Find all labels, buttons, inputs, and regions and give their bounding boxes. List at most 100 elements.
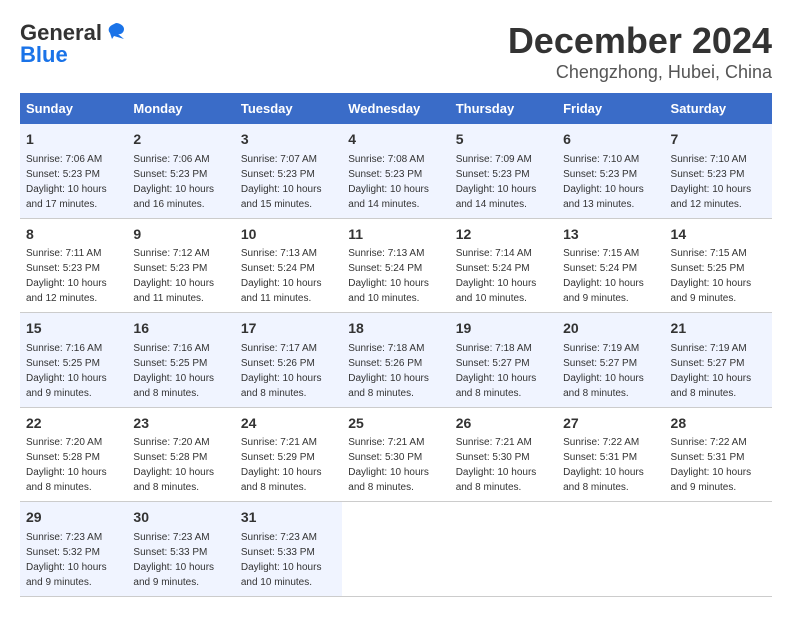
day-number: 15 <box>26 319 121 339</box>
day-number: 1 <box>26 130 121 150</box>
day-number: 17 <box>241 319 336 339</box>
day-info: Sunrise: 7:15 AM Sunset: 5:25 PM Dayligh… <box>671 248 752 304</box>
day-number: 18 <box>348 319 443 339</box>
day-number: 8 <box>26 225 121 245</box>
week-row-3: 15 Sunrise: 7:16 AM Sunset: 5:25 PM Dayli… <box>20 313 772 408</box>
day-number: 19 <box>456 319 551 339</box>
calendar-cell: 10 Sunrise: 7:13 AM Sunset: 5:24 PM Dayli… <box>235 218 342 313</box>
day-info: Sunrise: 7:06 AM Sunset: 5:23 PM Dayligh… <box>26 154 107 210</box>
day-number: 27 <box>563 414 658 434</box>
week-row-1: 1 Sunrise: 7:06 AM Sunset: 5:23 PM Daylig… <box>20 124 772 218</box>
day-number: 4 <box>348 130 443 150</box>
day-number: 24 <box>241 414 336 434</box>
day-info: Sunrise: 7:12 AM Sunset: 5:23 PM Dayligh… <box>133 248 214 304</box>
calendar-cell: 23Sunrise: 7:20 AM Sunset: 5:28 PM Dayli… <box>127 407 234 502</box>
day-number: 9 <box>133 225 228 245</box>
logo-blue: Blue <box>20 42 68 68</box>
calendar-cell <box>450 502 557 597</box>
calendar-cell: 19Sunrise: 7:18 AM Sunset: 5:27 PM Dayli… <box>450 313 557 408</box>
calendar-cell: 18Sunrise: 7:18 AM Sunset: 5:26 PM Dayli… <box>342 313 449 408</box>
day-info: Sunrise: 7:10 AM Sunset: 5:23 PM Dayligh… <box>671 154 752 210</box>
weekday-header-sunday: Sunday <box>20 93 127 124</box>
calendar-cell: 8Sunrise: 7:11 AM Sunset: 5:23 PM Daylig… <box>20 218 127 313</box>
day-info: Sunrise: 7:14 AM Sunset: 5:24 PM Dayligh… <box>456 248 537 304</box>
calendar-cell: 1 Sunrise: 7:06 AM Sunset: 5:23 PM Daylig… <box>20 124 127 218</box>
day-info: Sunrise: 7:07 AM Sunset: 5:23 PM Dayligh… <box>241 154 322 210</box>
calendar-cell: 9 Sunrise: 7:12 AM Sunset: 5:23 PM Daylig… <box>127 218 234 313</box>
calendar-cell: 4 Sunrise: 7:08 AM Sunset: 5:23 PM Daylig… <box>342 124 449 218</box>
day-number: 28 <box>671 414 766 434</box>
day-info: Sunrise: 7:13 AM Sunset: 5:24 PM Dayligh… <box>348 248 429 304</box>
calendar-cell <box>557 502 664 597</box>
day-number: 5 <box>456 130 551 150</box>
day-number: 13 <box>563 225 658 245</box>
calendar-cell: 29 Sunrise: 7:23 AM Sunset: 5:32 PM Dayli… <box>20 502 127 597</box>
calendar-cell: 26 Sunrise: 7:21 AM Sunset: 5:30 PM Dayli… <box>450 407 557 502</box>
day-number: 29 <box>26 508 121 528</box>
day-info: Sunrise: 7:23 AM Sunset: 5:33 PM Dayligh… <box>133 532 214 588</box>
day-info: Sunrise: 7:06 AM Sunset: 5:23 PM Dayligh… <box>133 154 214 210</box>
calendar-cell: 17 Sunrise: 7:17 AM Sunset: 5:26 PM Dayli… <box>235 313 342 408</box>
weekday-header-wednesday: Wednesday <box>342 93 449 124</box>
day-number: 16 <box>133 319 228 339</box>
day-info: Sunrise: 7:22 AM Sunset: 5:31 PM Dayligh… <box>671 437 752 493</box>
calendar-cell: 31 Sunrise: 7:23 AM Sunset: 5:33 PM Dayli… <box>235 502 342 597</box>
logo-bird-icon <box>104 19 128 43</box>
day-info: Sunrise: 7:23 AM Sunset: 5:33 PM Dayligh… <box>241 532 322 588</box>
day-info: Sunrise: 7:21 AM Sunset: 5:30 PM Dayligh… <box>348 437 429 493</box>
day-info: Sunrise: 7:10 AM Sunset: 5:23 PM Dayligh… <box>563 154 644 210</box>
day-number: 31 <box>241 508 336 528</box>
calendar-cell: 15 Sunrise: 7:16 AM Sunset: 5:25 PM Dayli… <box>20 313 127 408</box>
weekday-header-saturday: Saturday <box>665 93 772 124</box>
month-title: December 2024 <box>508 20 772 62</box>
weekday-header-thursday: Thursday <box>450 93 557 124</box>
calendar-cell: 22 Sunrise: 7:20 AM Sunset: 5:28 PM Dayli… <box>20 407 127 502</box>
day-info: Sunrise: 7:22 AM Sunset: 5:31 PM Dayligh… <box>563 437 644 493</box>
calendar-cell: 25 Sunrise: 7:21 AM Sunset: 5:30 PM Dayli… <box>342 407 449 502</box>
day-info: Sunrise: 7:17 AM Sunset: 5:26 PM Dayligh… <box>241 343 322 399</box>
weekday-header-friday: Friday <box>557 93 664 124</box>
day-info: Sunrise: 7:08 AM Sunset: 5:23 PM Dayligh… <box>348 154 429 210</box>
weekday-header-monday: Monday <box>127 93 234 124</box>
day-info: Sunrise: 7:20 AM Sunset: 5:28 PM Dayligh… <box>133 437 214 493</box>
day-info: Sunrise: 7:20 AM Sunset: 5:28 PM Dayligh… <box>26 437 107 493</box>
calendar-cell: 12Sunrise: 7:14 AM Sunset: 5:24 PM Dayli… <box>450 218 557 313</box>
calendar-cell: 20Sunrise: 7:19 AM Sunset: 5:27 PM Dayli… <box>557 313 664 408</box>
day-number: 22 <box>26 414 121 434</box>
weekday-header-tuesday: Tuesday <box>235 93 342 124</box>
day-number: 10 <box>241 225 336 245</box>
day-info: Sunrise: 7:16 AM Sunset: 5:25 PM Dayligh… <box>133 343 214 399</box>
day-number: 3 <box>241 130 336 150</box>
calendar-cell: 3 Sunrise: 7:07 AM Sunset: 5:23 PM Daylig… <box>235 124 342 218</box>
day-number: 14 <box>671 225 766 245</box>
week-row-2: 8Sunrise: 7:11 AM Sunset: 5:23 PM Daylig… <box>20 218 772 313</box>
day-number: 21 <box>671 319 766 339</box>
calendar-cell: 28 Sunrise: 7:22 AM Sunset: 5:31 PM Dayli… <box>665 407 772 502</box>
calendar-cell: 16 Sunrise: 7:16 AM Sunset: 5:25 PM Dayli… <box>127 313 234 408</box>
calendar-cell <box>665 502 772 597</box>
calendar-cell: 27 Sunrise: 7:22 AM Sunset: 5:31 PM Dayli… <box>557 407 664 502</box>
day-number: 6 <box>563 130 658 150</box>
day-info: Sunrise: 7:16 AM Sunset: 5:25 PM Dayligh… <box>26 343 107 399</box>
calendar-cell: 7 Sunrise: 7:10 AM Sunset: 5:23 PM Daylig… <box>665 124 772 218</box>
calendar-cell: 5 Sunrise: 7:09 AM Sunset: 5:23 PM Daylig… <box>450 124 557 218</box>
header-row: SundayMondayTuesdayWednesdayThursdayFrid… <box>20 93 772 124</box>
calendar-cell: 2 Sunrise: 7:06 AM Sunset: 5:23 PM Daylig… <box>127 124 234 218</box>
day-number: 26 <box>456 414 551 434</box>
day-number: 7 <box>671 130 766 150</box>
calendar-cell: 21 Sunrise: 7:19 AM Sunset: 5:27 PM Dayli… <box>665 313 772 408</box>
day-info: Sunrise: 7:19 AM Sunset: 5:27 PM Dayligh… <box>671 343 752 399</box>
day-number: 2 <box>133 130 228 150</box>
day-info: Sunrise: 7:09 AM Sunset: 5:23 PM Dayligh… <box>456 154 537 210</box>
calendar-cell: 11Sunrise: 7:13 AM Sunset: 5:24 PM Dayli… <box>342 218 449 313</box>
week-row-4: 22 Sunrise: 7:20 AM Sunset: 5:28 PM Dayli… <box>20 407 772 502</box>
calendar-cell: 14 Sunrise: 7:15 AM Sunset: 5:25 PM Dayli… <box>665 218 772 313</box>
week-row-5: 29 Sunrise: 7:23 AM Sunset: 5:32 PM Dayli… <box>20 502 772 597</box>
day-info: Sunrise: 7:21 AM Sunset: 5:30 PM Dayligh… <box>456 437 537 493</box>
day-number: 25 <box>348 414 443 434</box>
page-header: General Blue December 2024 Chengzhong, H… <box>20 20 772 83</box>
day-info: Sunrise: 7:23 AM Sunset: 5:32 PM Dayligh… <box>26 532 107 588</box>
day-info: Sunrise: 7:13 AM Sunset: 5:24 PM Dayligh… <box>241 248 322 304</box>
location-title: Chengzhong, Hubei, China <box>508 62 772 83</box>
day-number: 30 <box>133 508 228 528</box>
